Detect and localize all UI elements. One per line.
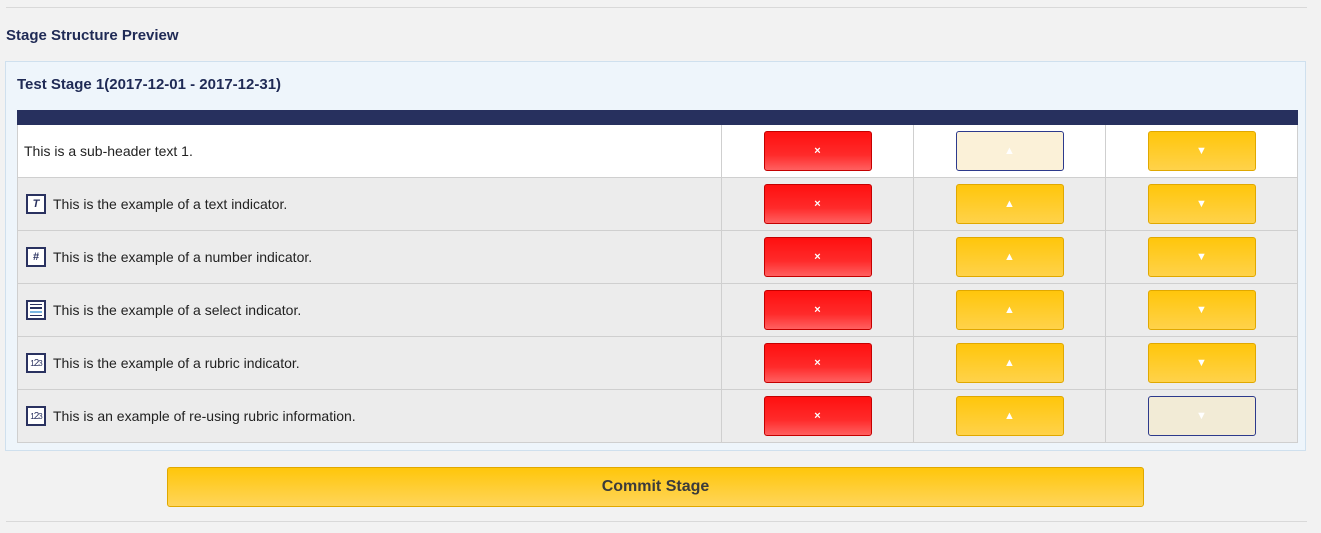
row-label: This is the example of a select indicato…: [53, 302, 302, 318]
move-up-button[interactable]: ▲: [955, 396, 1064, 436]
table-row: 123 This is the example of a rubric indi…: [17, 336, 1298, 390]
stage-panel: Test Stage 1(2017-12-01 - 2017-12-31) Th…: [5, 61, 1306, 451]
row-label: This is a sub-header text 1.: [24, 143, 193, 159]
remove-button[interactable]: ×: [763, 131, 872, 171]
table-row: T This is the example of a text indicato…: [17, 177, 1298, 231]
remove-button[interactable]: ×: [763, 290, 872, 330]
row-label: This is an example of re-using rubric in…: [53, 408, 356, 424]
remove-button[interactable]: ×: [763, 237, 872, 277]
section-title: Stage Structure Preview: [6, 27, 179, 44]
table-row: # This is the example of a number indica…: [17, 230, 1298, 284]
text-indicator-icon: T: [26, 194, 46, 214]
stage-structure-table: This is a sub-header text 1. × ▲ ▼ T Thi…: [17, 110, 1298, 443]
number-indicator-icon: #: [26, 247, 46, 267]
move-down-button[interactable]: ▼: [1147, 184, 1256, 224]
move-up-button[interactable]: ▲: [955, 290, 1064, 330]
select-list-icon: [26, 300, 46, 320]
bottom-divider: [6, 521, 1307, 522]
move-up-button[interactable]: ▲: [955, 131, 1064, 171]
rubric-indicator-icon: 123: [26, 406, 46, 426]
row-label: This is the example of a text indicator.: [53, 196, 288, 212]
move-down-button[interactable]: ▼: [1147, 237, 1256, 277]
remove-button[interactable]: ×: [763, 343, 872, 383]
table-row: 123 This is an example of re-using rubri…: [17, 389, 1298, 443]
move-up-button[interactable]: ▲: [955, 343, 1064, 383]
move-down-button[interactable]: ▼: [1147, 343, 1256, 383]
rubric-indicator-icon: 123: [26, 353, 46, 373]
move-up-button[interactable]: ▲: [955, 184, 1064, 224]
top-divider: [6, 7, 1307, 8]
row-label: This is the example of a number indicato…: [53, 249, 313, 265]
table-row: This is a sub-header text 1. × ▲ ▼: [17, 124, 1298, 178]
move-up-button[interactable]: ▲: [955, 237, 1064, 277]
table-header: [17, 110, 1298, 125]
stage-title: Test Stage 1(2017-12-01 - 2017-12-31): [17, 76, 282, 93]
move-down-button[interactable]: ▼: [1147, 131, 1256, 171]
move-down-button[interactable]: ▼: [1147, 290, 1256, 330]
row-label: This is the example of a rubric indicato…: [53, 355, 300, 371]
move-down-button[interactable]: ▼: [1147, 396, 1256, 436]
table-row: This is the example of a select indicato…: [17, 283, 1298, 337]
remove-button[interactable]: ×: [763, 396, 872, 436]
remove-button[interactable]: ×: [763, 184, 872, 224]
commit-stage-button[interactable]: Commit Stage: [167, 467, 1144, 507]
